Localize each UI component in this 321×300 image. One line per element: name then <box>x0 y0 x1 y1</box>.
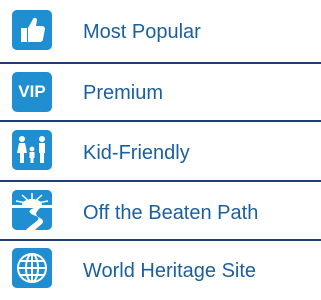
thumbs-up-icon <box>12 10 52 50</box>
vip-badge-icon: VIP <box>12 72 52 112</box>
vip-badge-text: VIP <box>18 82 46 101</box>
globe-icon <box>12 248 52 288</box>
legend-item-premium: VIP Premium <box>0 64 321 120</box>
family-icon <box>12 130 52 170</box>
legend-item-most-popular: Most Popular <box>0 2 321 58</box>
legend-label: Premium <box>83 82 164 104</box>
legend-label: Most Popular <box>83 21 201 43</box>
legend-label: World Heritage Site <box>83 260 257 282</box>
winding-path-icon <box>12 190 52 230</box>
legend-label: Kid-Friendly <box>83 142 190 164</box>
legend-label: Off the Beaten Path <box>83 202 259 224</box>
legend-item-world-heritage-site: World Heritage Site <box>0 241 321 297</box>
legend-item-kid-friendly: Kid-Friendly <box>0 122 321 178</box>
legend-item-off-the-beaten-path: Off the Beaten Path <box>0 182 321 238</box>
category-legend: Most Popular VIP Premium Kid-Friendly Of… <box>0 0 321 300</box>
